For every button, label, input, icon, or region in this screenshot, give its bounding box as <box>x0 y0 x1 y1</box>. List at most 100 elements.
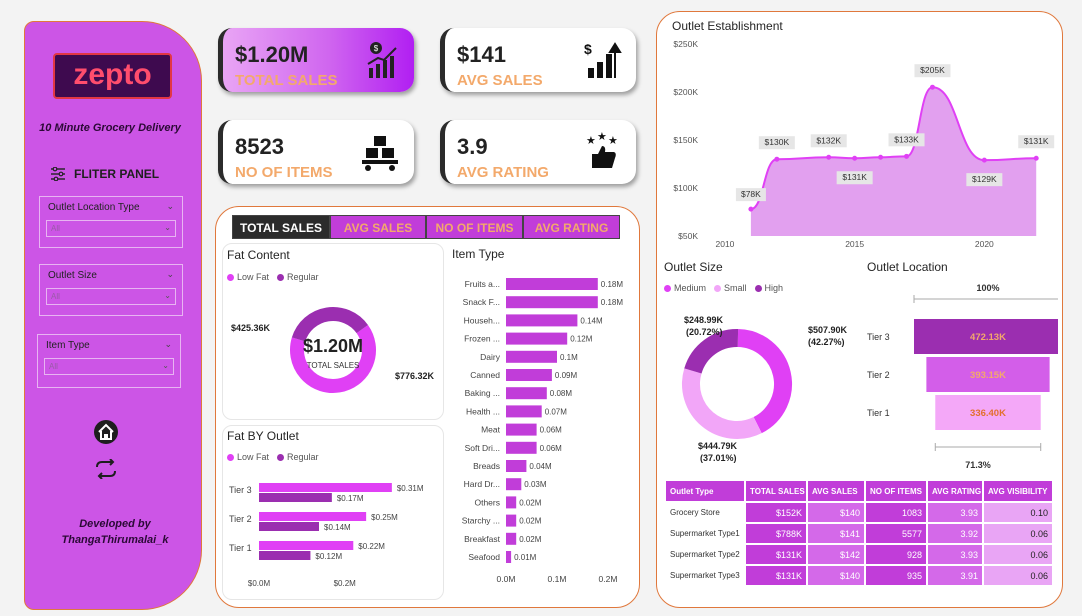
kpi-value: 8523 <box>235 134 284 159</box>
bar <box>259 541 354 550</box>
donut-center-value: $1.20M <box>303 336 363 356</box>
category-label: Soft Dri... <box>465 443 500 453</box>
data-label: 393.15K <box>970 370 1006 381</box>
table-cell: $142 <box>808 545 864 564</box>
data-label: (37.01%) <box>700 453 737 463</box>
tick-label: $100K <box>673 183 698 193</box>
category-label: Househ... <box>464 315 500 325</box>
column-header[interactable]: TOTAL SALES <box>746 481 806 501</box>
svg-text:$: $ <box>374 44 379 53</box>
bar <box>506 478 522 491</box>
data-label: 0.1M <box>560 353 578 362</box>
data-label: $0.17M <box>337 494 364 503</box>
chevron-down-icon[interactable]: ⌄ <box>166 201 174 212</box>
category-label: Health ... <box>466 406 500 416</box>
legend-label: Low Fat <box>237 452 270 462</box>
legend-label: High <box>764 283 784 293</box>
slicer-value: All <box>51 292 60 301</box>
data-point <box>929 84 935 90</box>
data-label: $132K <box>816 135 841 145</box>
chevron-down-icon[interactable]: ⌄ <box>166 269 174 280</box>
data-label: $130K <box>765 137 790 147</box>
data-label: $0.31M <box>397 484 424 493</box>
category-label: Starchy ... <box>462 516 500 526</box>
category-label: Canned <box>470 370 500 380</box>
tick-label: $0.0M <box>248 579 271 588</box>
donut-slice <box>737 329 792 434</box>
funnel-bracket <box>934 443 1042 451</box>
category-label: Tier 3 <box>867 332 890 342</box>
slicer-dropdown[interactable]: All ⌄ <box>46 220 176 237</box>
data-label: 0.14M <box>580 316 603 325</box>
table-cell: 5577 <box>866 524 926 543</box>
table-cell: 3.93 <box>928 503 982 522</box>
legend-item: Regular <box>277 452 319 462</box>
slicer-dropdown[interactable]: All ⌄ <box>46 288 176 305</box>
column-header[interactable]: AVG VISIBILITY <box>984 481 1052 501</box>
chart-legend: Low Fat Regular <box>227 452 319 462</box>
data-label: $0.12M <box>315 552 342 561</box>
column-header[interactable]: AVG RATING <box>928 481 982 501</box>
table-cell: 928 <box>866 545 926 564</box>
tab-no-of-items[interactable]: NO OF ITEMS <box>426 215 523 239</box>
data-label: $131K <box>842 172 867 182</box>
table-cell: 3.93 <box>928 545 982 564</box>
bar <box>506 496 517 509</box>
table-cell: $140 <box>808 566 864 585</box>
svg-text:★: ★ <box>586 135 596 147</box>
item-type-card: Item Type Fruits a... 0.18M Snack F... 0.18… <box>448 243 634 598</box>
legend-label: Low Fat <box>237 272 270 282</box>
tick-label: 0.2M <box>599 574 618 584</box>
data-label: 336.40K <box>970 408 1006 419</box>
reset-icon[interactable] <box>93 459 119 479</box>
tick-label: 2010 <box>716 239 735 249</box>
data-label: 0.08M <box>550 389 573 398</box>
table-row: Supermarket Type3 $131K $140 935 3.91 0.06 <box>666 566 1052 585</box>
funnel-bracket <box>913 295 1058 303</box>
svg-text:$: $ <box>584 41 592 57</box>
slicer-dropdown[interactable]: All ⌄ <box>44 358 174 375</box>
slicer-item-type[interactable]: Item Type ⌄ All ⌄ <box>37 334 181 388</box>
chart-title: Outlet Size <box>664 260 723 274</box>
data-label: 0.06M <box>540 444 563 453</box>
tab-avg-rating[interactable]: AVG RATING <box>523 215 620 239</box>
bar <box>259 483 392 492</box>
chart-title: Fat Content <box>227 248 290 262</box>
column-header[interactable]: AVG SALES <box>808 481 864 501</box>
table-cell: 0.10 <box>984 503 1052 522</box>
data-point <box>748 206 754 212</box>
bar <box>506 532 517 545</box>
column-header[interactable]: Outlet Type <box>666 481 744 501</box>
kpi-no-of-items: 8523 NO OF ITEMS <box>218 120 414 184</box>
tick-label: 2015 <box>845 239 864 249</box>
chevron-down-icon: ⌄ <box>162 361 169 370</box>
tab-avg-sales[interactable]: AVG SALES <box>330 215 426 239</box>
tick-label: $250K <box>673 39 698 49</box>
legend-item: Regular <box>277 272 319 282</box>
category-label: Frozen ... <box>464 334 500 344</box>
metric-tabs: TOTAL SALES AVG SALES NO OF ITEMS AVG RA… <box>232 215 620 239</box>
outlet-establishment-chart: $50K $100K $150K $200K $250K 2010 2015 2020 $78K… <box>673 39 1055 249</box>
slicer-label: Outlet Size <box>48 270 97 281</box>
slicer-outlet-size[interactable]: Outlet Size ⌄ All ⌄ <box>39 264 183 316</box>
tick-label: 0.1M <box>548 574 567 584</box>
chevron-down-icon[interactable]: ⌄ <box>164 339 172 350</box>
category-label: Breads <box>473 461 500 471</box>
chart-title: Fat BY Outlet <box>227 429 299 443</box>
column-header[interactable]: NO OF ITEMS <box>866 481 926 501</box>
outlet-type-table: Outlet Type TOTAL SALES AVG SALES NO OF ITE… <box>664 479 1054 587</box>
table-cell: $131K <box>746 545 806 564</box>
category-label: Seafood <box>468 552 500 562</box>
sales-chart-icon: $ <box>367 42 397 78</box>
tab-total-sales[interactable]: TOTAL SALES <box>232 215 330 239</box>
category-label: Dairy <box>480 352 501 362</box>
home-icon[interactable] <box>93 419 119 445</box>
legend-item: Medium <box>664 283 706 293</box>
fat-by-outlet-card: Fat BY Outlet Low Fat Regular Tier 3 $0.3… <box>222 425 444 600</box>
data-point <box>1033 155 1039 161</box>
data-label: 0.02M <box>519 535 542 544</box>
data-label: (20.72%) <box>686 327 723 337</box>
tick-label: 0.0M <box>497 574 516 584</box>
bar <box>506 278 598 290</box>
slicer-outlet-location-type[interactable]: Outlet Location Type ⌄ All ⌄ <box>39 196 183 248</box>
